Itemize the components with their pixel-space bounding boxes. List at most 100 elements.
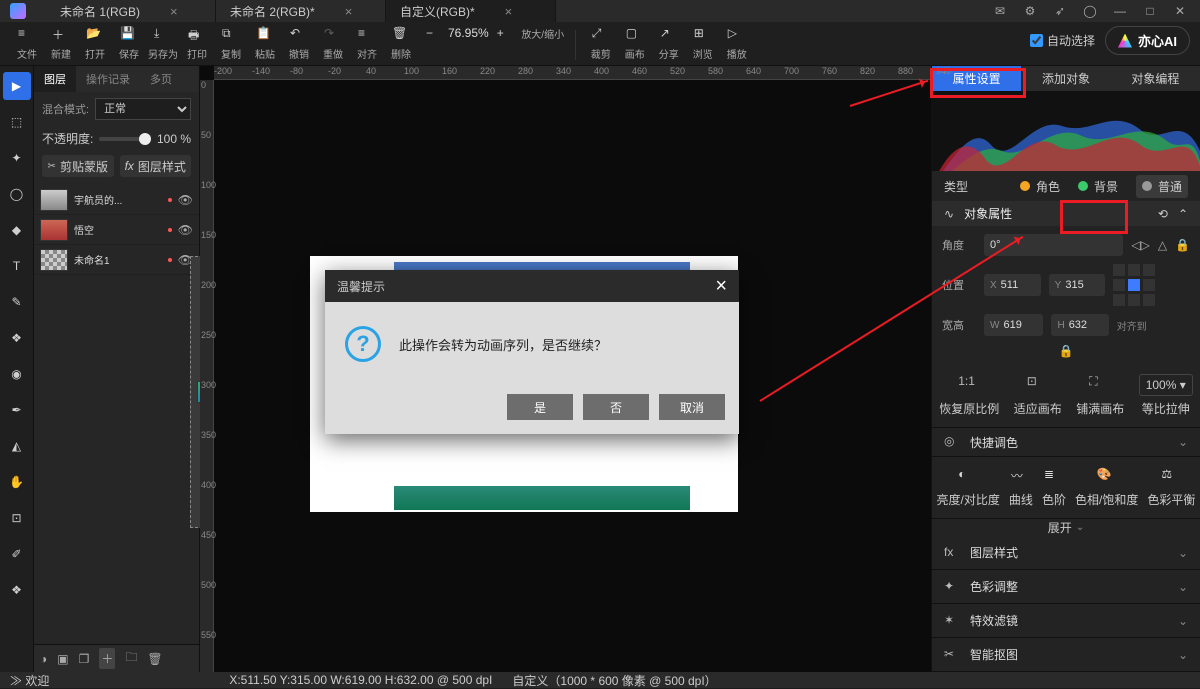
pos-y-input[interactable]: Y315 <box>1049 274 1106 296</box>
quick-3[interactable]: 🎨色相/饱和度 <box>1075 467 1138 508</box>
save-button[interactable]: 💾保存 <box>112 26 146 61</box>
layers-tab-0[interactable]: 图层 <box>34 66 76 92</box>
opacity-slider[interactable] <box>99 137 151 141</box>
fit-scale[interactable]: 100% ▾等比拉伸 <box>1139 374 1193 417</box>
tab-close-icon[interactable]: × <box>345 4 353 19</box>
tool-eyedrop[interactable]: ✐ <box>3 540 31 568</box>
expand-button[interactable]: 展开 ⌄ <box>932 519 1200 536</box>
layer-fx-button[interactable]: fx 图层样式 <box>120 155 192 177</box>
minimize-icon[interactable]: — <box>1112 3 1128 19</box>
dialog-close-icon[interactable]: × <box>715 275 727 298</box>
type-option-0[interactable]: 角色 <box>1020 175 1060 198</box>
dialog-yes-button[interactable]: 是 <box>507 394 573 420</box>
size-w-input[interactable]: W619 <box>984 314 1043 336</box>
ai-button[interactable]: 亦心AI <box>1105 26 1190 55</box>
doc-tab-0[interactable]: 未命名 1(RGB)× <box>46 0 216 22</box>
layer-row[interactable]: 宇航员的...👁 <box>34 185 199 215</box>
tool-shape[interactable]: ◭ <box>3 432 31 460</box>
fit-option-2[interactable]: ⛶铺满画布 <box>1076 374 1124 417</box>
flip-h-icon[interactable]: ◁▷ <box>1131 238 1149 252</box>
flip-v-icon[interactable]: △ <box>1158 238 1167 252</box>
zoom-out-icon[interactable]: − <box>426 26 440 40</box>
right-tab-2[interactable]: 对象编程 <box>1111 66 1200 91</box>
section-3[interactable]: ✂智能抠图⌄ <box>932 638 1200 672</box>
eye-icon[interactable]: 👁 <box>178 223 193 237</box>
tool-crop[interactable]: ⊡ <box>3 504 31 532</box>
print-button[interactable]: 🖶打印 <box>180 26 214 61</box>
tool-fill[interactable]: ◆ <box>3 216 31 244</box>
size-h-input[interactable]: H632 <box>1051 314 1108 336</box>
settings-icon[interactable]: ⚙ <box>1022 3 1038 19</box>
eye-icon[interactable]: 👁 <box>178 253 193 267</box>
file-button[interactable]: ≡文件 <box>10 26 44 61</box>
section-1[interactable]: ✦色彩调整⌄ <box>932 570 1200 604</box>
canvas-button[interactable]: ▢画布 <box>618 26 652 61</box>
tool-clone[interactable]: ❖ <box>3 324 31 352</box>
quick-2[interactable]: ≣色阶 <box>1042 467 1066 508</box>
doc-tab-2[interactable]: 自定义(RGB)*× <box>386 0 556 22</box>
pos-x-input[interactable]: X511 <box>984 274 1041 296</box>
right-tab-1[interactable]: 添加对象 <box>1021 66 1110 91</box>
copy-button[interactable]: ⧉复制 <box>214 26 248 61</box>
layer-delete-icon[interactable]: 🗑 <box>147 652 162 666</box>
resize-button[interactable]: ⤢裁剪 <box>584 26 618 61</box>
play-button[interactable]: ▷播放 <box>720 26 754 61</box>
type-option-2[interactable]: 普通 <box>1136 175 1188 198</box>
layers-tab-1[interactable]: 操作记录 <box>76 66 140 92</box>
anchor-grid[interactable] <box>1113 264 1165 306</box>
layer-row[interactable]: 未命名1👁 <box>34 245 199 275</box>
auto-select-checkbox[interactable]: 自动选择 <box>1030 32 1095 49</box>
tool-text[interactable]: T <box>3 252 31 280</box>
quick-color-head[interactable]: ◎ 快捷调色 ⌄ <box>932 428 1200 457</box>
align-button[interactable]: ≡对齐 <box>350 26 384 61</box>
open-button[interactable]: 📂打开 <box>78 26 112 61</box>
reset-icon[interactable]: ⟲ <box>1158 207 1168 221</box>
tool-marquee[interactable]: ⬚ <box>3 108 31 136</box>
eye-icon[interactable]: 👁 <box>178 193 193 207</box>
redo-button[interactable]: ↷重做 <box>316 26 350 61</box>
tool-blur[interactable]: ◉ <box>3 360 31 388</box>
blend-mode-select[interactable]: 正常 <box>95 98 191 120</box>
layer-mask-icon[interactable]: ▣ <box>57 652 68 666</box>
layers-tab-2[interactable]: 多页 <box>140 66 182 92</box>
tool-move[interactable]: ▶ <box>3 72 31 100</box>
layer-group-icon[interactable]: ❐ <box>79 652 90 666</box>
layer-row[interactable]: u=11330...👁 <box>190 256 199 528</box>
dialog-no-button[interactable]: 否 <box>583 394 649 420</box>
tool-stack[interactable]: ❖ <box>3 576 31 604</box>
chevron-up-icon[interactable]: ⌃ <box>1178 207 1188 221</box>
quick-0[interactable]: ◐亮度/对比度 <box>937 467 1000 508</box>
tool-hand[interactable]: ✋ <box>3 468 31 496</box>
compass-icon[interactable]: ➶ <box>1052 3 1068 19</box>
user-icon[interactable]: ◯ <box>1082 3 1098 19</box>
tool-lasso[interactable]: ◯ <box>3 180 31 208</box>
undo-button[interactable]: ↶撤销 <box>282 26 316 61</box>
tab-close-icon[interactable]: × <box>170 4 178 19</box>
tool-wand[interactable]: ✦ <box>3 144 31 172</box>
layer-add-icon[interactable]: ＋ <box>99 648 115 669</box>
fit-option-0[interactable]: 1:1恢复原比例 <box>939 374 999 417</box>
paste-button[interactable]: 📋粘贴 <box>248 26 282 61</box>
section-0[interactable]: fx图层样式⌄ <box>932 536 1200 570</box>
type-option-1[interactable]: 背景 <box>1078 175 1118 198</box>
delete-button[interactable]: 🗑删除 <box>384 26 418 61</box>
layer-link-icon[interactable]: ◑ <box>40 652 47 666</box>
tool-pen[interactable]: ✒ <box>3 396 31 424</box>
new-button[interactable]: ＋新建 <box>44 26 78 61</box>
dialog-cancel-button[interactable]: 取消 <box>659 394 725 420</box>
fit-option-1[interactable]: ⊡适应画布 <box>1014 374 1062 417</box>
section-2[interactable]: ✶特效滤镜⌄ <box>932 604 1200 638</box>
mail-icon[interactable]: ✉ <box>992 3 1008 19</box>
object-attr-head[interactable]: ∿ 对象属性 ⟲ ⌃ <box>932 201 1200 226</box>
quick-4[interactable]: ⚖色彩平衡 <box>1147 467 1195 508</box>
zoom-value[interactable]: 76.95% <box>448 26 489 40</box>
saveas-button[interactable]: ⤓另存为 <box>146 26 180 61</box>
layer-folder-icon[interactable]: 🗀 <box>125 648 137 669</box>
tab-close-icon[interactable]: × <box>505 4 513 19</box>
zoom-in-icon[interactable]: + <box>497 26 511 40</box>
share-button[interactable]: ↗分享 <box>652 26 686 61</box>
doc-tab-1[interactable]: 未命名 2(RGB)*× <box>216 0 386 22</box>
browse-button[interactable]: ⊞浏览 <box>686 26 720 61</box>
quick-1[interactable]: 〰曲线 <box>1009 467 1033 508</box>
maximize-icon[interactable]: □ <box>1142 3 1158 19</box>
